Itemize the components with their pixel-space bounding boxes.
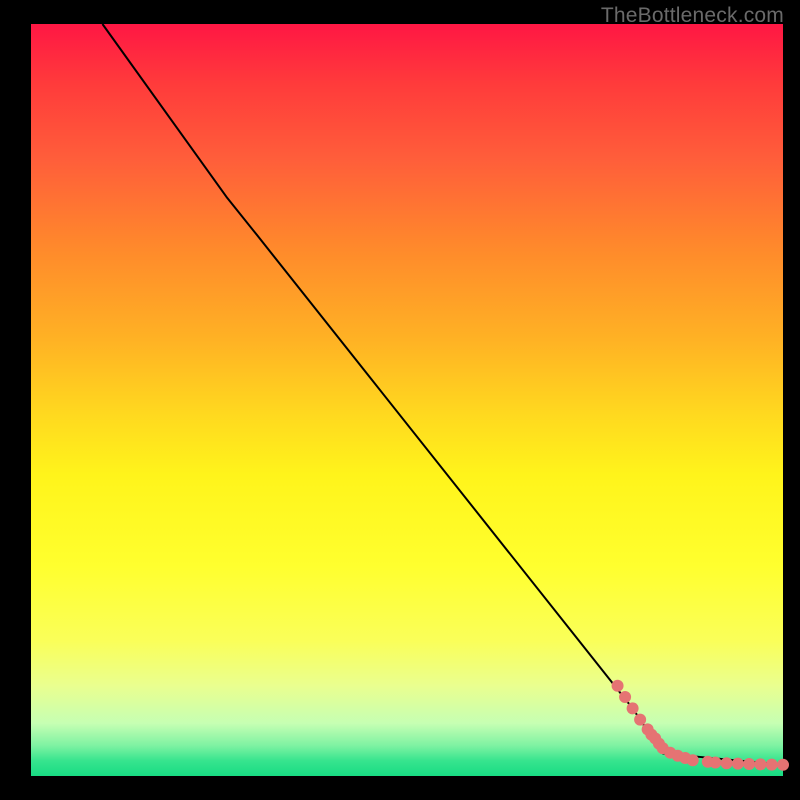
- marker-point: [743, 758, 755, 770]
- marker-point: [687, 754, 699, 766]
- marker-point: [619, 691, 631, 703]
- marker-point: [766, 759, 778, 771]
- marker-point: [732, 758, 744, 770]
- plot-area: [31, 24, 783, 776]
- curve-line: [102, 24, 783, 765]
- marker-point: [709, 756, 721, 768]
- marker-point: [634, 714, 646, 726]
- marker-point: [777, 759, 789, 771]
- marker-point: [721, 757, 733, 769]
- chart-container: TheBottleneck.com: [0, 0, 800, 800]
- marker-point: [627, 702, 639, 714]
- chart-svg: [31, 24, 783, 776]
- marker-point: [754, 758, 766, 770]
- marker-point: [612, 680, 624, 692]
- curve-path: [102, 24, 783, 765]
